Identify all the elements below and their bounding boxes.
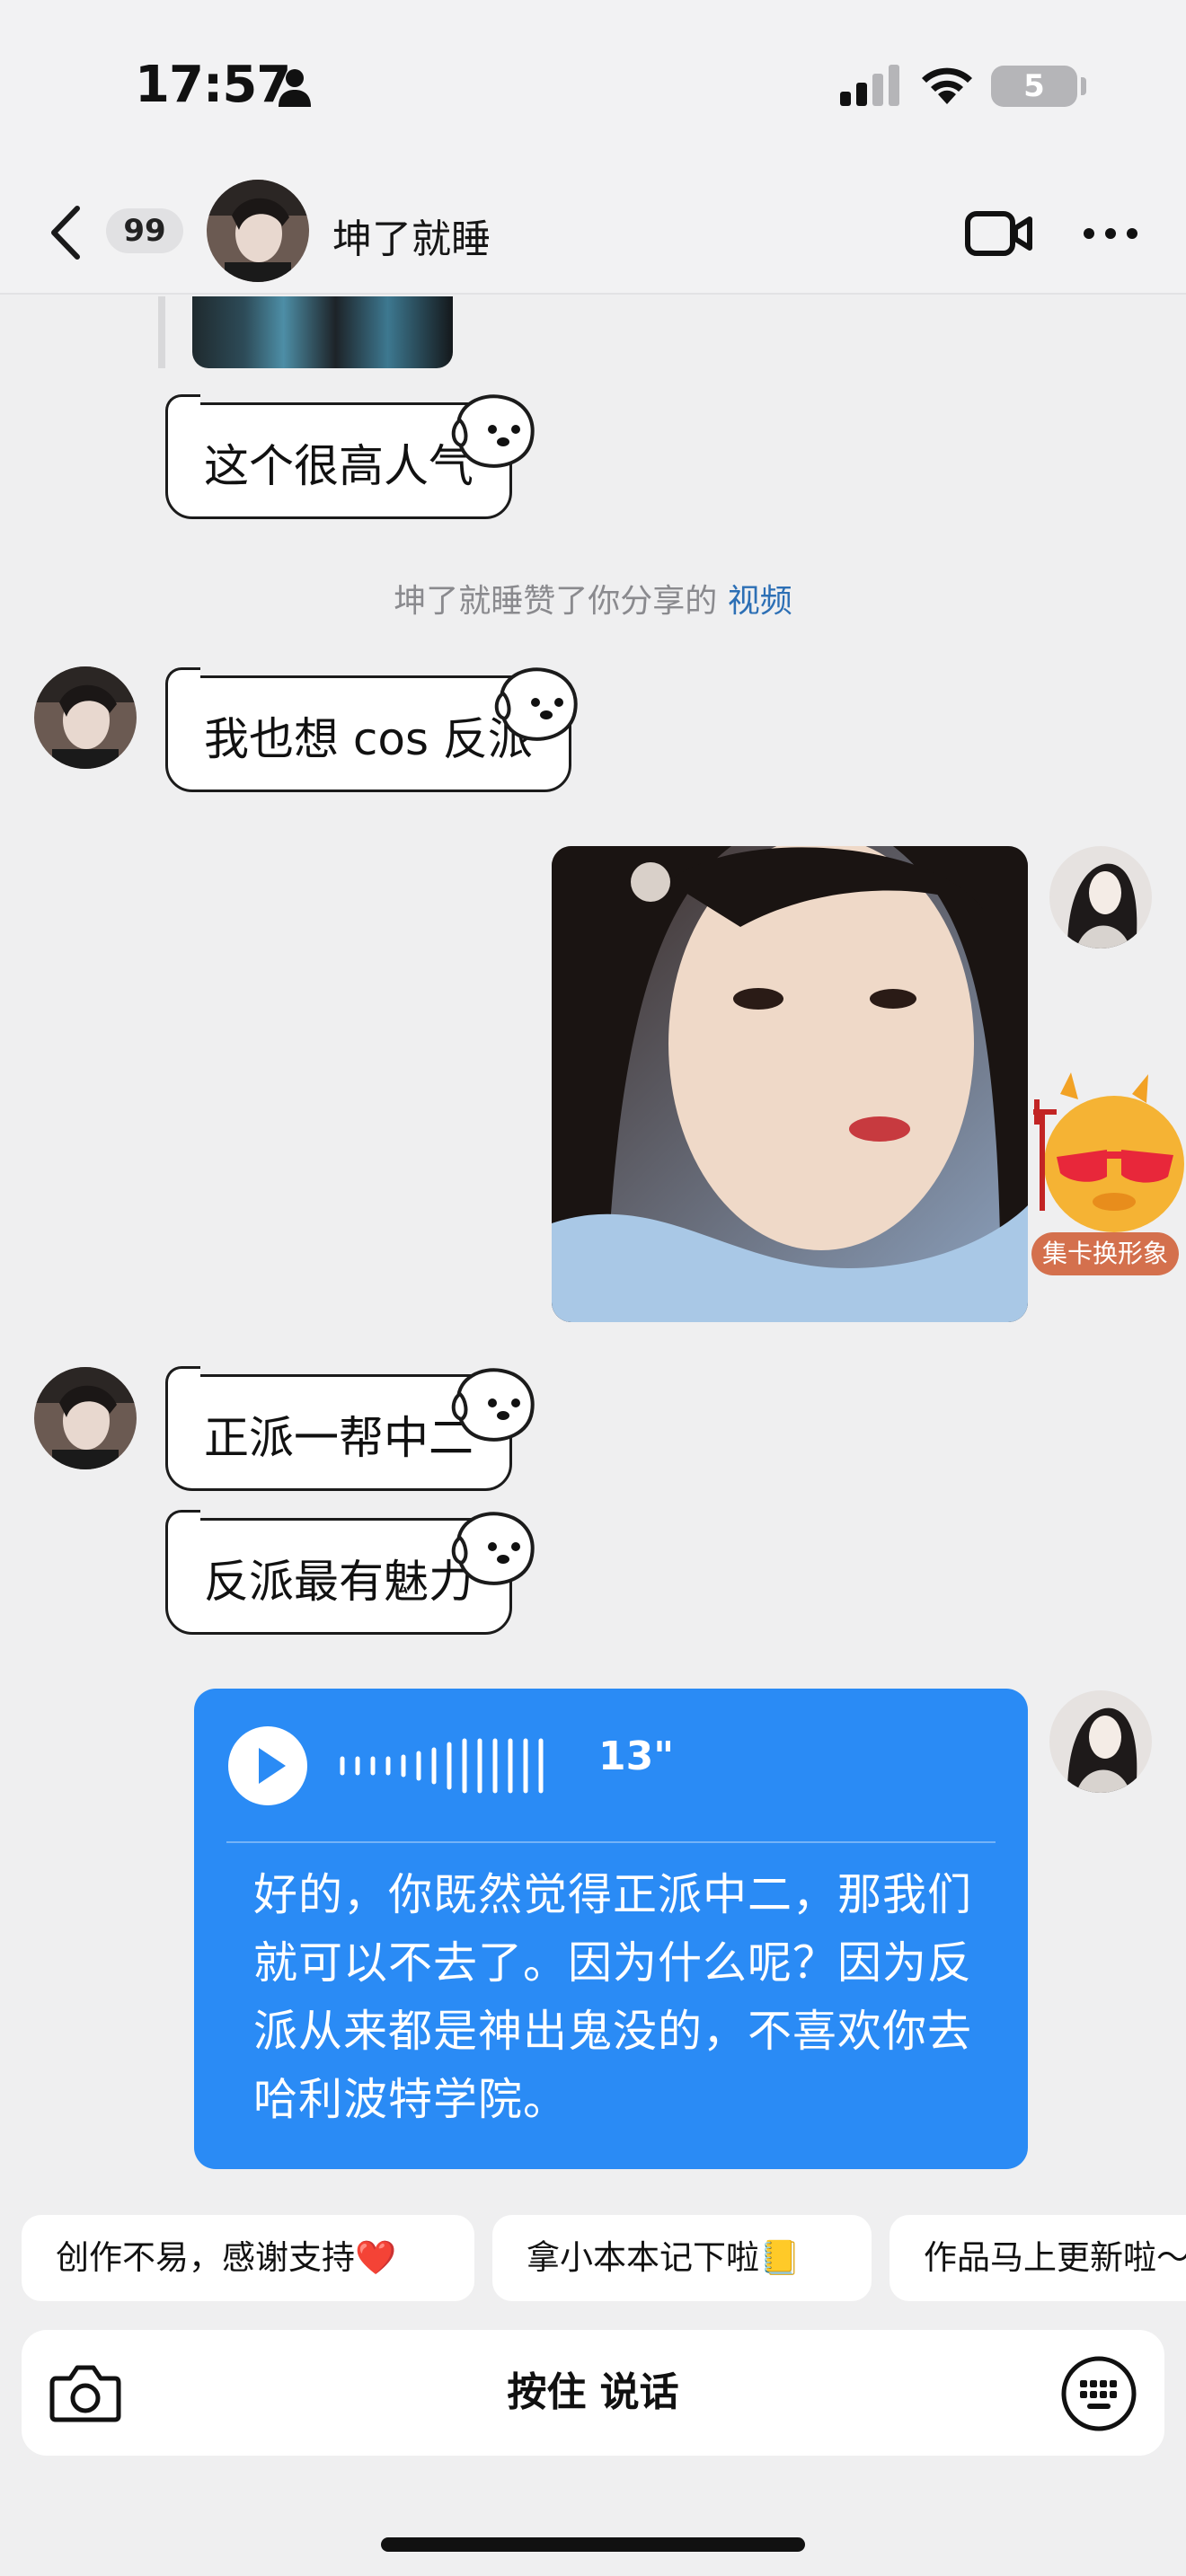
sent-photo[interactable] <box>552 846 1028 1322</box>
back-chevron-icon[interactable] <box>45 203 84 262</box>
like-notification: 坤了就睡赞了你分享的 视频 <box>0 575 1186 622</box>
camera-icon[interactable] <box>49 2357 122 2429</box>
play-icon <box>259 1748 286 1784</box>
contact-avatar[interactable] <box>34 1367 137 1469</box>
message-list[interactable]: 这个很高人气 坤了就睡赞了你分享的 视频 我也想 cos 反派 集卡换形象 正派… <box>0 296 1186 2183</box>
waveform-icon <box>340 1738 544 1794</box>
puppy-sticker-icon <box>451 394 535 468</box>
puppy-sticker-icon <box>451 1368 535 1442</box>
unread-count-badge[interactable]: 99 <box>106 208 183 253</box>
devil-duck-sticker-icon[interactable] <box>1024 1067 1186 1247</box>
puppy-sticker-icon <box>494 667 578 741</box>
video-link[interactable]: 视频 <box>728 583 792 620</box>
voice-message[interactable]: 13" 好的，你既然觉得正派中二，那我们就可以不去了。因为什么呢？因为反派从来都… <box>194 1689 1028 2169</box>
chat-header: 99 坤了就睡 <box>0 171 1186 295</box>
sticker-exchange-label[interactable]: 集卡换形象 <box>1031 1232 1179 1275</box>
battery-level: 5 <box>1023 68 1045 104</box>
quick-reply-bar: 创作不易，感谢支持❤️ 拿小本本记下啦📒 作品马上更新啦～ <box>0 2215 1186 2301</box>
home-indicator <box>381 2537 805 2552</box>
puppy-sticker-icon <box>451 1512 535 1585</box>
status-time: 17:57 <box>135 56 291 114</box>
contact-name[interactable]: 坤了就睡 <box>332 207 491 264</box>
voice-divider <box>226 1841 996 1843</box>
quote-indicator <box>158 296 165 368</box>
wifi-icon <box>922 67 972 104</box>
quick-reply-chip[interactable]: 作品马上更新啦～ <box>890 2215 1186 2301</box>
person-icon <box>279 69 311 107</box>
keyboard-icon[interactable] <box>1060 2355 1137 2432</box>
contact-avatar[interactable] <box>207 180 309 282</box>
quick-reply-chip[interactable]: 创作不易，感谢支持❤️ <box>22 2215 474 2301</box>
cellular-signal-icon <box>840 65 899 106</box>
play-button[interactable] <box>228 1726 307 1805</box>
my-avatar[interactable] <box>1049 846 1152 948</box>
more-options-icon[interactable] <box>1082 225 1139 243</box>
video-call-icon[interactable] <box>965 207 1033 260</box>
hold-to-talk-button[interactable]: 按住 说话 <box>22 2330 1164 2456</box>
contact-avatar[interactable] <box>34 666 137 769</box>
quick-reply-chip[interactable]: 拿小本本记下啦📒 <box>492 2215 872 2301</box>
voice-duration: 13" <box>598 1734 675 1779</box>
battery-cap <box>1081 77 1086 95</box>
voice-transcript: 好的，你既然觉得正派中二，那我们就可以不去了。因为什么呢？因为反派从来都是神出鬼… <box>253 1869 973 2125</box>
like-notification-text: 坤了就睡赞了你分享的 <box>394 583 718 620</box>
my-avatar[interactable] <box>1049 1690 1152 1793</box>
input-bar: 按住 说话 <box>22 2330 1164 2456</box>
shared-video-thumbnail[interactable] <box>192 296 453 368</box>
status-bar: 17:57 5 <box>0 0 1186 171</box>
